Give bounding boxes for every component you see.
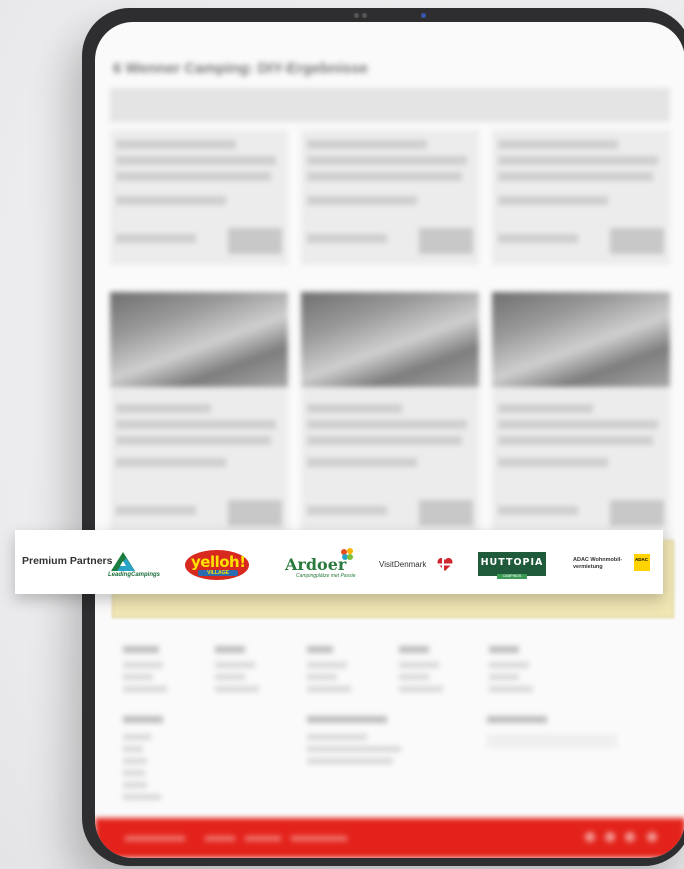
site-footer-bar [95,818,684,858]
result-card [492,292,670,542]
adac-logo[interactable]: ADAC Wohnmobil-vermietung ADAC [15,530,655,594]
camera-dot [354,13,359,18]
premium-partners-strip: Premium Partners LeadingCampings yelloh!… [15,530,663,594]
page-title: 6 Wenner Camping: DIY-Ergebnisse [113,60,368,77]
camera-dot [362,13,367,18]
result-card [301,292,479,542]
camping-photo [301,292,479,387]
light-sensor [421,13,426,18]
adac-badge: ADAC [634,554,650,571]
camping-photo [492,292,670,387]
result-card [301,130,479,265]
result-card [110,130,288,265]
tablet-screen: 6 Wenner Camping: DIY-Ergebnisse [95,22,684,858]
result-card [492,130,670,265]
adac-text: ADAC Wohnmobil-vermietung [573,557,623,570]
camping-photo [110,292,288,387]
blurred-website: 6 Wenner Camping: DIY-Ergebnisse [95,22,684,858]
adac-badge-text: ADAC [635,557,648,562]
filter-bar [110,88,670,122]
result-card [110,292,288,542]
